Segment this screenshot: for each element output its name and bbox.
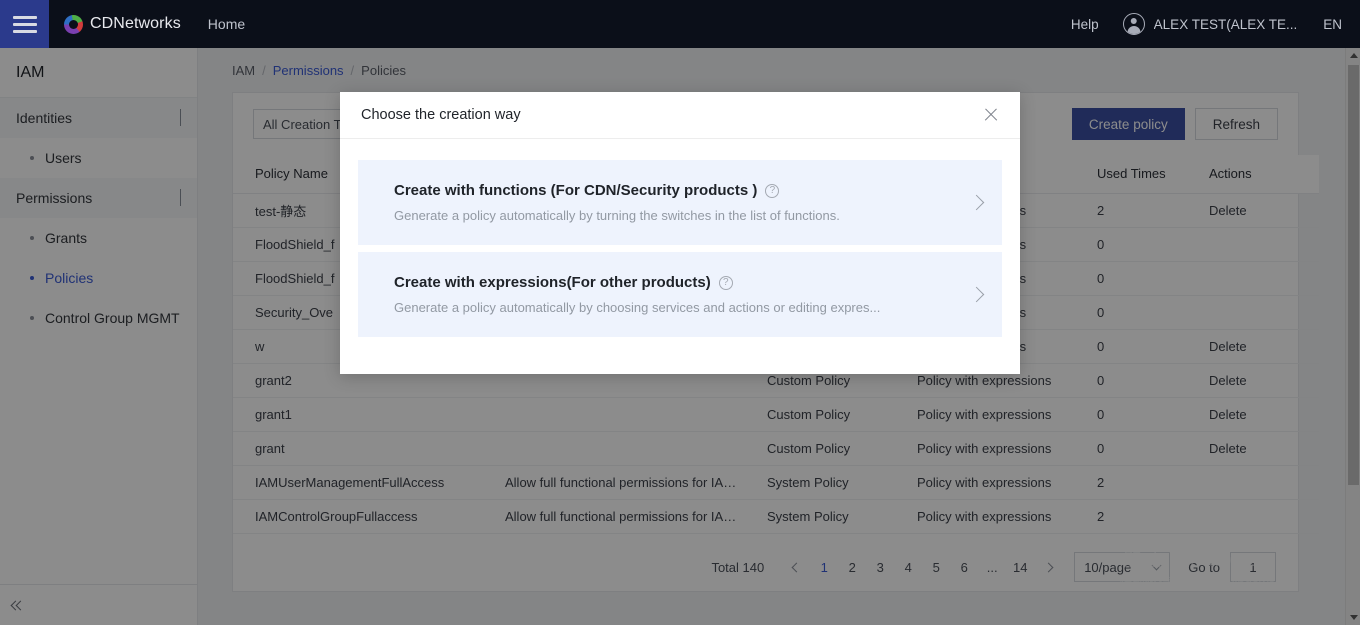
user-account-menu[interactable]: ALEX TEST(ALEX TE...: [1123, 13, 1298, 35]
hamburger-icon: [13, 16, 37, 33]
creation-way-modal: Choose the creation way Create with func…: [340, 92, 1020, 374]
option-text-block: Create with functions (For CDN/Security …: [394, 182, 953, 223]
cdnetworks-logo-icon: [64, 15, 83, 34]
question-mark-icon[interactable]: ?: [765, 184, 779, 198]
option-description: Generate a policy automatically by choos…: [394, 300, 953, 315]
topbar-right-group: Help ALEX TEST(ALEX TE... EN: [1071, 0, 1360, 48]
avatar-icon: [1123, 13, 1145, 35]
option-title: Create with expressions(For other produc…: [394, 274, 711, 291]
option-description: Generate a policy automatically by turni…: [394, 208, 953, 223]
brand-name: CDNetworks: [90, 15, 181, 33]
help-link[interactable]: Help: [1071, 17, 1099, 32]
language-switcher[interactable]: EN: [1323, 17, 1342, 32]
modal-header: Choose the creation way: [340, 92, 1020, 139]
modal-title: Choose the creation way: [361, 107, 521, 123]
question-mark-icon[interactable]: ?: [719, 276, 733, 290]
hamburger-menu-button[interactable]: [0, 0, 49, 48]
option-title-row: Create with expressions(For other produc…: [394, 274, 953, 291]
chevron-right-icon: [969, 195, 985, 211]
option-title: Create with functions (For CDN/Security …: [394, 182, 757, 199]
option-title-row: Create with functions (For CDN/Security …: [394, 182, 953, 199]
nav-home-link[interactable]: Home: [208, 16, 245, 32]
modal-body: Create with functions (For CDN/Security …: [340, 139, 1020, 337]
close-icon[interactable]: [980, 104, 1002, 126]
option-text-block: Create with expressions(For other produc…: [394, 274, 953, 315]
app-root: CDNetworks Home Help ALEX TEST(ALEX TE..…: [0, 0, 1360, 625]
top-navigation-bar: CDNetworks Home Help ALEX TEST(ALEX TE..…: [0, 0, 1360, 48]
user-account-name: ALEX TEST(ALEX TE...: [1154, 17, 1298, 32]
option-create-with-expressions[interactable]: Create with expressions(For other produc…: [358, 252, 1002, 337]
option-create-with-functions[interactable]: Create with functions (For CDN/Security …: [358, 160, 1002, 245]
brand-logo-link[interactable]: CDNetworks: [64, 15, 181, 34]
chevron-right-icon: [969, 287, 985, 303]
